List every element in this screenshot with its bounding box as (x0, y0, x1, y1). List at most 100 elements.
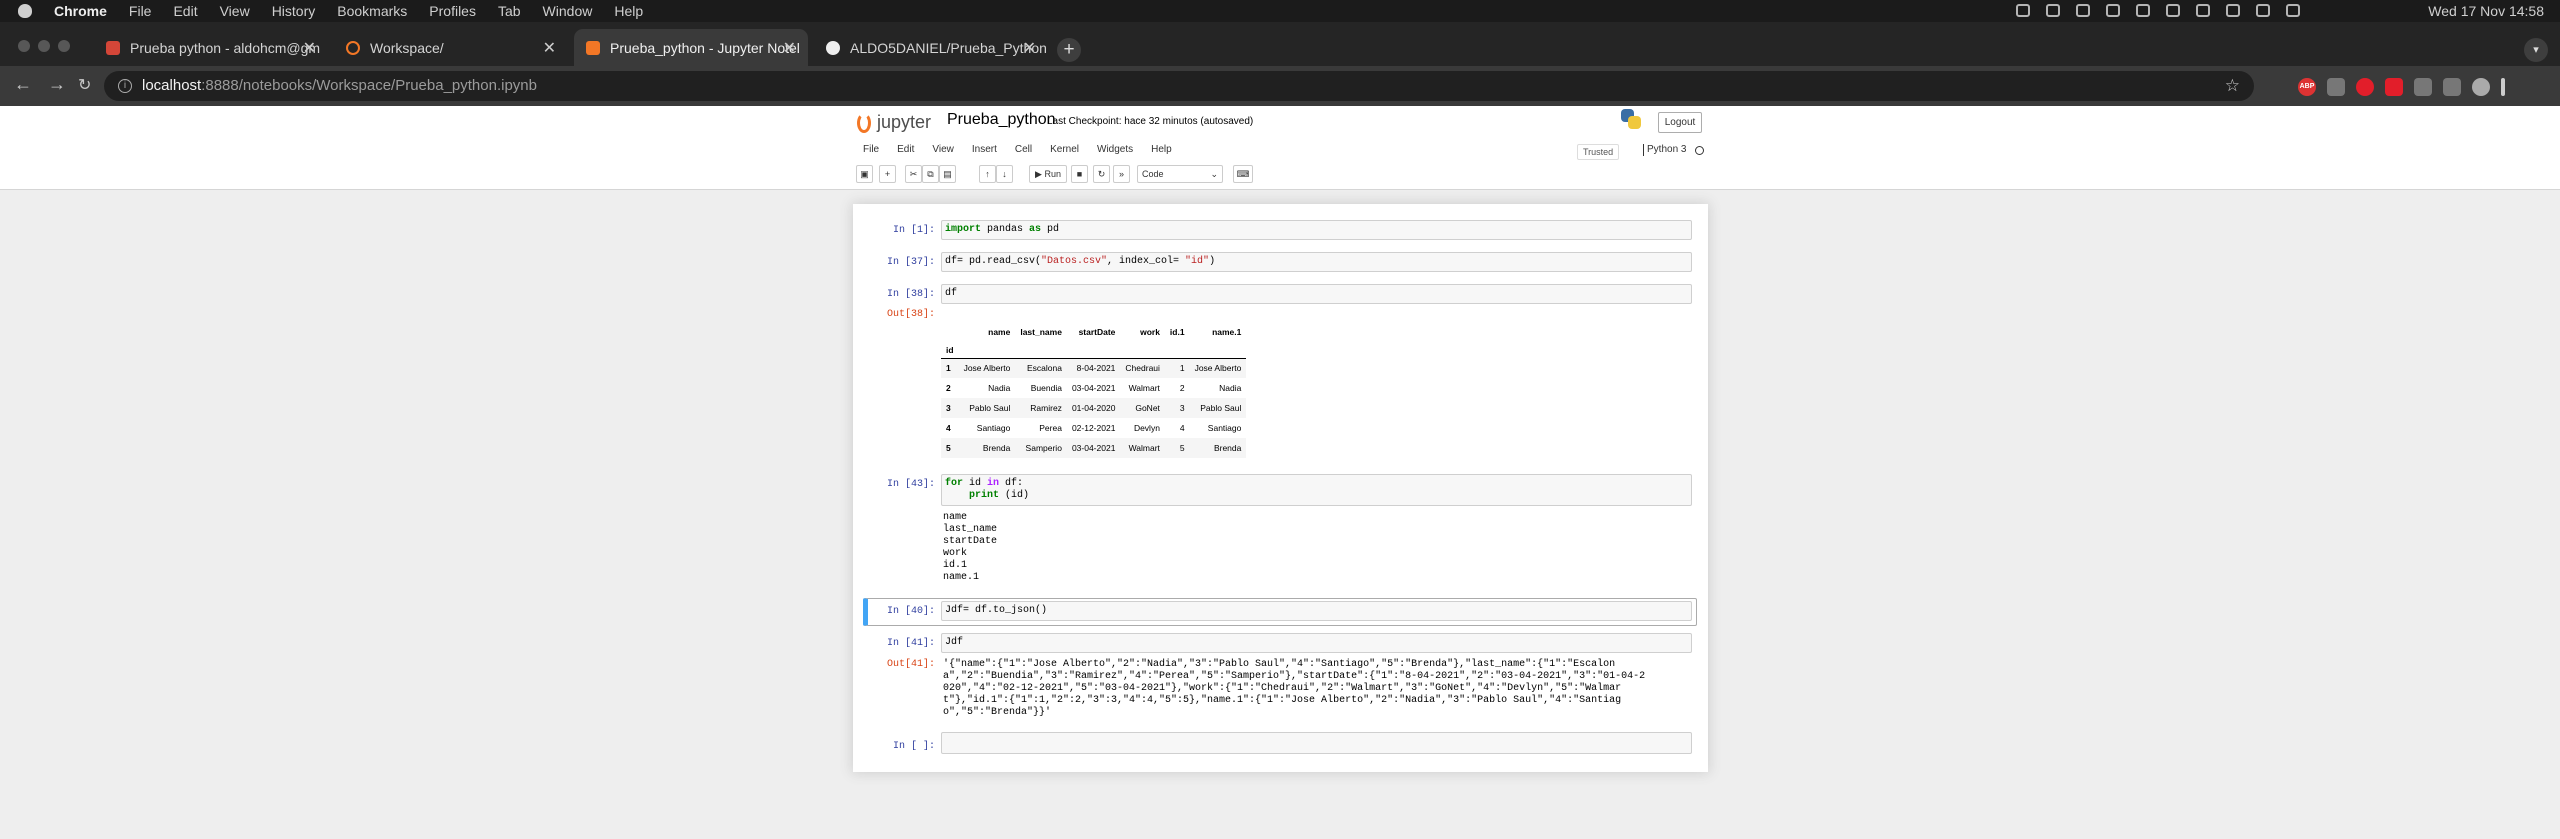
run-button[interactable]: ▶ Run (1029, 165, 1067, 183)
site-info-icon[interactable]: i (118, 79, 132, 93)
interrupt-icon[interactable]: ■ (1071, 165, 1088, 183)
jupyter-header: jupyter Prueba_python Last Checkpoint: h… (0, 106, 2560, 190)
move-up-icon[interactable]: ↑ (979, 165, 996, 183)
restart-run-all-icon[interactable]: » (1113, 165, 1130, 183)
reading-list-icon[interactable] (2443, 78, 2461, 96)
code-cell-input[interactable]: Jdf (941, 633, 1692, 653)
bookmark-star-icon[interactable]: ☆ (2225, 71, 2240, 101)
input-prompt: In [ ]: (892, 741, 935, 752)
column-header: work (1140, 327, 1160, 337)
cut-icon[interactable]: ✂ (905, 165, 922, 183)
nb-menu-cell[interactable]: Cell (1007, 140, 1042, 160)
status-icon[interactable] (2136, 4, 2150, 17)
extension-icon[interactable] (2327, 78, 2345, 96)
insert-cell-button[interactable]: + (879, 165, 896, 183)
menu-view[interactable]: View (220, 3, 250, 19)
status-icon[interactable] (2106, 4, 2120, 17)
wifi-icon[interactable] (2196, 4, 2210, 17)
jupyter-logo[interactable]: jupyter (857, 112, 931, 133)
cell-output-stream: name last_name startDate work id.1 name.… (943, 512, 998, 583)
back-icon[interactable]: ← (14, 74, 32, 95)
code-cell-input[interactable]: import pandas as pd (941, 220, 1692, 240)
menu-history[interactable]: History (272, 3, 316, 19)
puzzle-icon[interactable] (2414, 78, 2432, 96)
menu-profiles[interactable]: Profiles (429, 3, 476, 19)
input-prompt: In [43]: (886, 479, 935, 490)
close-icon[interactable]: ✕ (303, 38, 316, 58)
jupyter-icon (586, 40, 600, 55)
code-cell-input[interactable]: df= pd.read_csv("Datos.csv", index_col= … (941, 252, 1692, 272)
input-prompt: In [40]: (886, 606, 935, 617)
copy-icon[interactable]: ⧉ (922, 165, 939, 183)
window-minimize-button[interactable] (38, 40, 50, 52)
command-palette-icon[interactable]: ⌨ (1233, 165, 1253, 183)
menu-edit[interactable]: Edit (173, 3, 197, 19)
tab-title: Workspace/ (370, 39, 444, 56)
restart-icon[interactable]: ↻ (1093, 165, 1110, 183)
kebab-menu-icon[interactable] (2501, 78, 2505, 96)
nb-menu-insert[interactable]: Insert (964, 140, 1007, 160)
adblock-icon[interactable]: ABP (2298, 78, 2316, 96)
nb-menu-kernel[interactable]: Kernel (1042, 140, 1089, 160)
move-down-icon[interactable]: ↓ (996, 165, 1013, 183)
browser-tab[interactable]: Prueba python - aldohcm@gm ✕ (94, 29, 328, 66)
extension-icon[interactable] (2356, 78, 2374, 96)
code-cell-input[interactable]: Jdf= df.to_json() (941, 601, 1692, 621)
code-cell-input[interactable]: df (941, 284, 1692, 304)
input-prompt: In [1]: (892, 225, 935, 236)
chevron-down-icon: ⌄ (1210, 169, 1218, 179)
table-header-row: name last_name startDate work id.1 name.… (941, 322, 1246, 342)
menu-clock[interactable]: Wed 17 Nov 14:58 (2428, 3, 2544, 19)
profile-avatar[interactable] (2472, 78, 2490, 96)
code-cell-input-empty[interactable] (941, 732, 1692, 754)
nb-menu-view[interactable]: View (924, 140, 964, 160)
nb-menu-edit[interactable]: Edit (889, 140, 924, 160)
nb-menu-widgets[interactable]: Widgets (1089, 140, 1143, 160)
browser-tab[interactable]: ALDO5DANIEL/Prueba_Python ✕ (814, 29, 1048, 66)
menu-bookmarks[interactable]: Bookmarks (337, 3, 407, 19)
close-icon[interactable]: ✕ (783, 38, 796, 58)
control-center-icon[interactable] (2256, 4, 2270, 17)
reload-icon[interactable]: ↻ (78, 75, 91, 95)
code-cell-input[interactable]: for id in df: print (id) (941, 474, 1692, 506)
logout-button[interactable]: Logout (1658, 112, 1702, 133)
address-bar[interactable]: i localhost:8888/notebooks/Workspace/Pru… (104, 71, 2254, 101)
extension-icon[interactable] (2385, 78, 2403, 96)
menu-file[interactable]: File (129, 3, 152, 19)
tab-search-button[interactable]: ▾ (2524, 38, 2548, 62)
input-prompt: In [37]: (886, 257, 935, 268)
apple-icon[interactable] (18, 4, 32, 18)
window-close-button[interactable] (18, 40, 30, 52)
close-icon[interactable]: ✕ (1023, 38, 1036, 58)
cell-type-select[interactable]: Code ⌄ (1137, 165, 1223, 183)
new-tab-button[interactable]: + (1057, 38, 1081, 62)
window-zoom-button[interactable] (58, 40, 70, 52)
menu-tab[interactable]: Tab (498, 3, 521, 19)
siri-icon[interactable] (2286, 4, 2300, 17)
output-prompt: Out[41]: (886, 659, 935, 670)
forward-icon[interactable]: → (48, 74, 66, 95)
notebook-name[interactable]: Prueba_python (947, 111, 1056, 129)
menu-help[interactable]: Help (614, 3, 643, 19)
status-icon[interactable] (2046, 4, 2060, 17)
menu-app-chrome[interactable]: Chrome (54, 3, 107, 19)
volume-icon[interactable] (2166, 4, 2180, 17)
status-icon[interactable] (2076, 4, 2090, 17)
menu-window[interactable]: Window (543, 3, 593, 19)
save-icon[interactable]: ▣ (856, 165, 873, 183)
paste-icon[interactable]: ▤ (939, 165, 956, 183)
table-row: 5 Brenda Samperio 03-04-2021 Walmart 5 B… (941, 438, 1247, 458)
kernel-name[interactable]: Python 3 (1643, 144, 1686, 156)
nb-menu-file[interactable]: File (855, 140, 889, 160)
search-icon[interactable] (2226, 4, 2240, 17)
browser-tab[interactable]: Workspace/ ✕ (334, 29, 568, 66)
status-icon[interactable] (2016, 4, 2030, 17)
column-header: id.1 (1169, 327, 1185, 337)
browser-toolbar: ← → ↻ i localhost:8888/notebooks/Workspa… (0, 66, 2560, 106)
url-path: :8888/notebooks/Workspace/Prueba_python.… (201, 77, 537, 94)
trusted-badge[interactable]: Trusted (1577, 144, 1620, 160)
nb-menu-help[interactable]: Help (1143, 140, 1182, 160)
close-icon[interactable]: ✕ (543, 38, 556, 58)
browser-tab-active[interactable]: Prueba_python - Jupyter Notel ✕ (574, 29, 808, 66)
tab-title: Prueba_python - Jupyter Notel (610, 39, 800, 56)
